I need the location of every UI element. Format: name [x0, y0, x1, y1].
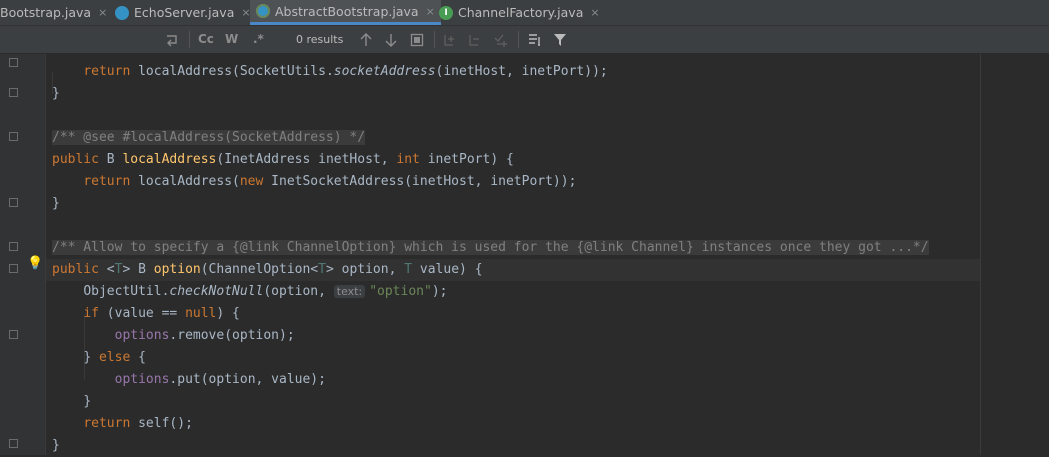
tab-label: EchoServer.java [134, 5, 235, 20]
parameter-hint: text: [333, 285, 366, 298]
code-line: return localAddress(new InetSocketAddres… [83, 174, 577, 189]
code-line: /** Allow to specify a {@link ChannelOpt… [52, 240, 929, 255]
fold-marker[interactable] [9, 242, 18, 251]
tab-label: AbstractBootstrap.java [275, 3, 419, 19]
separator [518, 31, 519, 48]
right-margin-guide [980, 54, 981, 455]
unselect-occurrence-icon[interactable] [468, 26, 484, 53]
close-icon[interactable]: × [426, 5, 435, 18]
code-line: return self(); [83, 416, 193, 431]
tab-bootstrap[interactable]: Bootstrap.java × [0, 0, 107, 25]
funnel-filter-icon[interactable] [553, 26, 567, 53]
fold-marker[interactable] [9, 330, 18, 339]
tab-channelfactory[interactable]: I ChannelFactory.java × [439, 0, 600, 25]
find-toolbar: Cc W .* 0 results [0, 26, 1049, 54]
editor-gutter [0, 54, 46, 455]
interface-icon: I [439, 5, 453, 20]
tab-label: ChannelFactory.java [458, 5, 584, 20]
fold-marker[interactable] [9, 58, 18, 67]
select-all-occurrences-icon[interactable] [410, 26, 424, 53]
match-case-toggle[interactable]: Cc [198, 26, 214, 53]
fold-marker[interactable] [9, 439, 18, 448]
code-line: } else { [83, 350, 146, 365]
code-line: /** @see #localAddress(SocketAddress) */ [52, 130, 366, 145]
words-toggle[interactable]: W [225, 26, 238, 53]
abstract-class-icon [256, 4, 270, 18]
code-line: } [52, 86, 60, 101]
editor-tab-bar: Bootstrap.java × EchoServer.java × Abstr… [0, 0, 1049, 26]
separator [189, 31, 190, 48]
next-occurrence-icon[interactable] [385, 26, 397, 53]
replace-icon[interactable] [165, 26, 179, 53]
close-icon[interactable]: × [98, 6, 107, 19]
code-line: } [52, 196, 60, 211]
search-results-count: 0 results [296, 33, 344, 46]
previous-occurrence-icon[interactable] [360, 26, 372, 53]
fold-marker[interactable] [9, 132, 18, 141]
code-line: } [52, 438, 60, 453]
code-line: } [83, 394, 92, 409]
code-line: if (value == null) { [83, 306, 240, 321]
code-editor[interactable]: 💡 return localAddress(SocketUtils.socket… [0, 54, 1049, 455]
tab-label: Bootstrap.java [0, 5, 92, 20]
regex-toggle[interactable]: .* [253, 26, 264, 53]
gutter-divider [45, 54, 46, 455]
code-line-current: public <T> B option(ChannelOption<T> opt… [46, 259, 980, 281]
select-all-matches-icon[interactable] [493, 26, 509, 53]
intention-bulb-icon[interactable]: 💡 [27, 256, 43, 271]
fold-marker[interactable] [9, 198, 18, 207]
filter-search-results-icon[interactable] [528, 26, 544, 53]
fold-marker[interactable] [9, 88, 18, 97]
class-icon [115, 5, 129, 20]
close-icon[interactable]: × [590, 6, 599, 19]
code-line: options.remove(option); [114, 328, 295, 343]
tab-echoserver[interactable]: EchoServer.java × [115, 0, 251, 25]
code-line: ObjectUtil.checkNotNull(option, text: "op… [83, 284, 448, 299]
tab-abstractbootstrap[interactable]: AbstractBootstrap.java × [250, 0, 441, 25]
code-line: public B localAddress(InetAddress inetHo… [52, 152, 514, 167]
add-occurrence-icon[interactable] [443, 26, 459, 53]
fold-marker[interactable] [9, 264, 18, 273]
code-line: return localAddress(SocketUtils.socketAd… [83, 64, 608, 79]
code-line: options.put(option, value); [114, 372, 326, 387]
separator [434, 31, 435, 48]
